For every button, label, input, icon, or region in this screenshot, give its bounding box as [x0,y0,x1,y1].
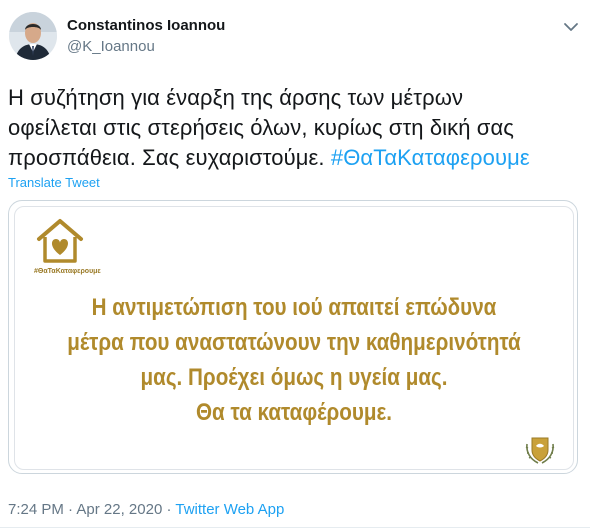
tweet: Constantinos Ioannou @K_Ioannou Η συζήτη… [0,0,590,531]
translate-tweet-link[interactable]: Translate Tweet [8,175,100,190]
tweet-date[interactable]: Apr 22, 2020 [76,501,162,518]
tweet-text-line: προσπάθεια. Σας ευχαριστούμε. #ΘαΤαΚαταφ… [8,143,583,173]
avatar-photo [9,12,57,60]
cyprus-emblem-icon [525,437,555,464]
meta-separator: · [162,501,176,518]
media-line: μας. Προέχει όμως η υγεία μας. [140,364,448,391]
divider [0,527,590,528]
chevron-down-icon[interactable] [562,20,580,34]
house-heart-icon [37,219,83,263]
logo-hashtag: #ΘαΤαΚαταφερουμε [34,268,101,275]
author-name[interactable]: Constantinos Ioannou [67,17,225,34]
media-line: μέτρα που αναστατώνουν την καθημερινότητ… [67,329,521,356]
meta-separator: · [63,501,77,518]
media-message: Η αντιμετώπιση του ιού απαιτεί επώδυνα μ… [54,290,534,430]
hashtag-link[interactable]: #ΘαΤαΚαταφερουμε [331,145,530,170]
author-handle[interactable]: @K_Ioannou [67,38,155,55]
tweet-text-line-start: προσπάθεια. Σας ευχαριστούμε. [8,145,331,170]
media-image: #ΘαΤαΚαταφερουμε Η αντιμετώπιση του ιού … [14,206,574,470]
media-card[interactable]: #ΘαΤαΚαταφερουμε Η αντιμετώπιση του ιού … [8,200,578,474]
tweet-time[interactable]: 7:24 PM [8,501,64,518]
tweet-source-link[interactable]: Twitter Web App [175,501,284,518]
media-line: Θα τα καταφέρουμε. [196,399,392,426]
media-line: Η αντιμετώπιση του ιού απαιτεί επώδυνα [91,294,497,321]
tweet-text-line: Η συζήτηση για έναρξη της άρσης των μέτρ… [8,85,464,110]
tweet-text: Η συζήτηση για έναρξη της άρσης των μέτρ… [8,83,583,173]
tweet-meta: 7:24 PM · Apr 22, 2020 · Twitter Web App [8,501,284,518]
avatar[interactable] [9,12,57,60]
tweet-text-line: οφείλεται στις στερήσεις όλων, κυρίως στ… [8,115,514,140]
